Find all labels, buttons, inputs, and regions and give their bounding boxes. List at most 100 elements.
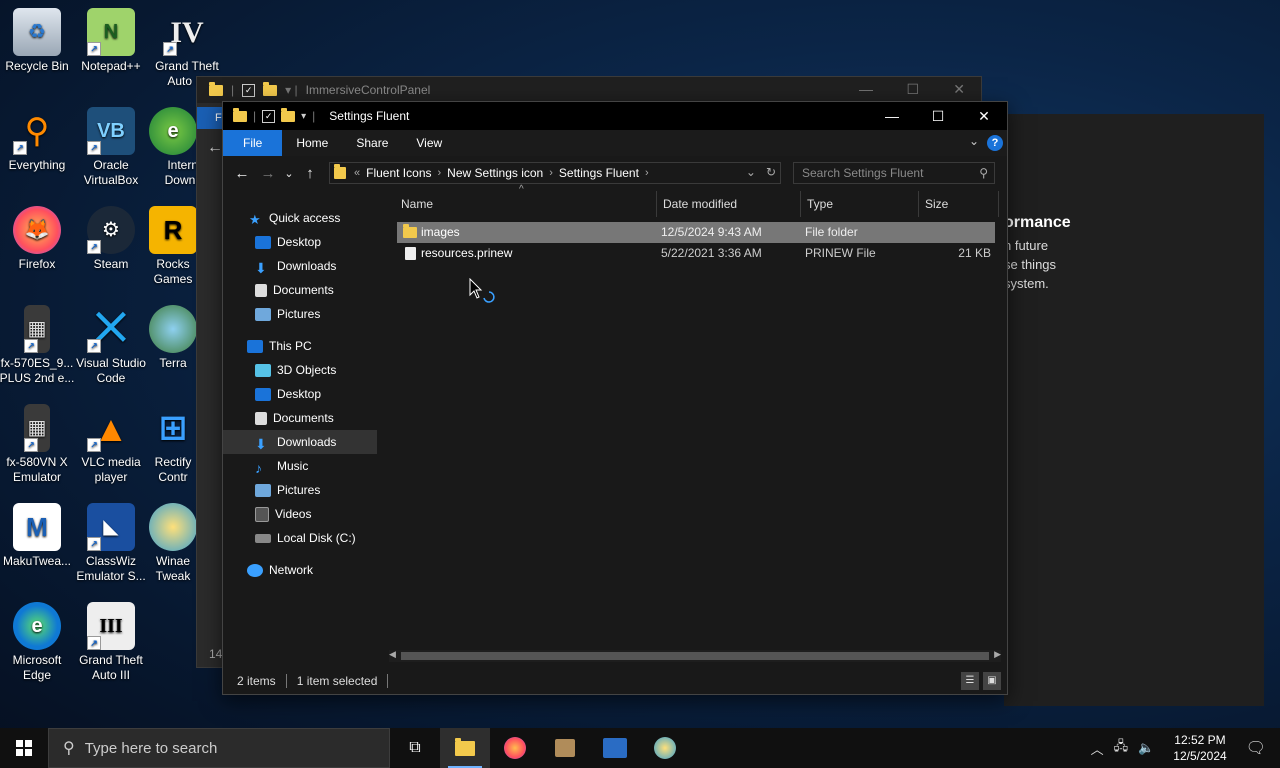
desktop-icon-rockstar[interactable]: R Rocks Games bbox=[148, 206, 198, 287]
address-bar[interactable]: « Fluent Icons › New Settings icon › Set… bbox=[329, 162, 781, 184]
desktop-icon bbox=[255, 387, 271, 401]
settings-panel: ormance n future se things system. bbox=[1004, 114, 1264, 706]
rockstar-icon: R bbox=[149, 206, 197, 254]
taskbar-calculator-emulator[interactable] bbox=[590, 728, 640, 768]
breadcrumb-separator[interactable]: › bbox=[549, 167, 553, 179]
nav-network[interactable]: Network bbox=[247, 558, 401, 582]
desktop-icon-classwiz[interactable]: ◣ ↗ ClassWiz Emulator S... bbox=[72, 503, 150, 584]
customize-toolbar-icon[interactable]: ▾ bbox=[301, 111, 306, 122]
column-header-size[interactable]: Size bbox=[919, 191, 999, 217]
calculator-icon: ▦ ↗ bbox=[24, 404, 50, 452]
column-header-date[interactable]: Date modified bbox=[657, 191, 801, 217]
maximize-button[interactable]: ☐ bbox=[915, 102, 961, 130]
desktop-icon-fx580[interactable]: ▦ ↗ fx-580VN X Emulator bbox=[0, 404, 76, 485]
properties-icon[interactable]: ✓ bbox=[262, 109, 276, 123]
scroll-left-icon[interactable]: ◀ bbox=[389, 649, 396, 660]
desktop-icon-notepadpp[interactable]: N ↗ Notepad++ bbox=[72, 8, 150, 74]
large-icons-view-icon[interactable]: ▣ bbox=[983, 672, 1001, 690]
shortcut-arrow-icon: ↗ bbox=[24, 339, 38, 353]
desktop-icon-recycle-bin[interactable]: ♻ Recycle Bin bbox=[0, 8, 76, 74]
nav-downloads[interactable]: ⬇ Downloads bbox=[223, 430, 377, 454]
firefox-icon bbox=[504, 737, 526, 759]
desktop-icon-edge[interactable]: e Microsoft Edge bbox=[0, 602, 76, 683]
taskbar-search-placeholder: Type here to search bbox=[84, 739, 218, 757]
show-hidden-icons-chevron-icon[interactable]: ︿ bbox=[1091, 739, 1104, 758]
forward-button[interactable]: → bbox=[255, 165, 281, 182]
nav-this-pc[interactable]: This PC bbox=[247, 334, 401, 358]
videos-icon bbox=[255, 506, 269, 522]
tab-home[interactable]: Home bbox=[282, 130, 342, 156]
scrollbar-thumb[interactable] bbox=[401, 652, 989, 660]
shortcut-arrow-icon: ↗ bbox=[87, 339, 101, 353]
search-icon: ⚲ bbox=[63, 740, 75, 757]
breadcrumb-fluent-icons[interactable]: Fluent Icons bbox=[366, 166, 431, 180]
pictures-icon bbox=[255, 307, 271, 321]
desktop-icon-idm[interactable]: e Intern Downl bbox=[148, 107, 198, 188]
scroll-right-icon[interactable]: ▶ bbox=[994, 649, 1001, 660]
minimize-button[interactable]: — bbox=[869, 102, 915, 130]
notifications-icon[interactable]: 🗨 bbox=[1246, 738, 1266, 758]
column-header-type[interactable]: Type bbox=[801, 191, 919, 217]
explorer-window[interactable]: | ✓ ▾ | Settings Fluent — ☐ ✕ File Home … bbox=[222, 101, 1008, 695]
taskbar-package-app[interactable] bbox=[540, 728, 590, 768]
desktop-icon-vlc[interactable]: ▲ ↗ VLC media player bbox=[72, 404, 150, 485]
desktop-icon-terraria[interactable]: Terra bbox=[148, 305, 198, 371]
taskbar-winaero[interactable] bbox=[640, 728, 690, 768]
tab-view[interactable]: View bbox=[402, 130, 456, 156]
file-row-images[interactable]: images 12/5/2024 9:43 AM File folder bbox=[397, 222, 995, 243]
maximize-button[interactable]: ☐ bbox=[906, 81, 919, 98]
volume-muted-icon[interactable]: 🔈 bbox=[1138, 740, 1154, 756]
everything-search-icon: ⚲ ↗ bbox=[13, 107, 61, 155]
tab-file[interactable]: File bbox=[223, 130, 283, 156]
desktop-icon-virtualbox[interactable]: VB ↗ Oracle VirtualBox bbox=[72, 107, 150, 188]
makutweaker-icon: M bbox=[13, 503, 61, 551]
tab-share[interactable]: Share bbox=[342, 130, 402, 156]
background-window-title: ImmersiveControlPanel bbox=[305, 83, 431, 97]
edge-icon: e bbox=[13, 602, 61, 650]
back-button[interactable]: ← bbox=[229, 165, 255, 182]
desktop-icon-makutweaker[interactable]: M MakuTwea... bbox=[0, 503, 76, 569]
address-dropdown-icon[interactable]: ⌄ bbox=[746, 165, 756, 179]
expand-ribbon-icon[interactable]: ⌄ bbox=[969, 134, 979, 148]
navigation-pane: ★ Quick access Desktop 📌 ⬇ Downloads 📌 D… bbox=[223, 190, 405, 668]
taskbar-file-explorer[interactable] bbox=[440, 728, 490, 768]
desktop-icon-vscode[interactable]: ⨉ ↗ Visual Studio Code bbox=[72, 305, 150, 386]
file-row-resources[interactable]: resources.prinew 5/22/2021 3:36 AM PRINE… bbox=[397, 243, 995, 264]
help-icon[interactable]: ? bbox=[987, 135, 1003, 151]
column-header-name[interactable]: Name bbox=[395, 191, 657, 217]
breadcrumb-settings-fluent[interactable]: Settings Fluent bbox=[559, 166, 639, 180]
clock[interactable]: 12:52 PM 12/5/2024 bbox=[1173, 732, 1226, 764]
details-view-icon[interactable]: ☰ bbox=[961, 672, 979, 690]
recent-locations-button[interactable]: ⌄ bbox=[281, 167, 297, 180]
desktop-icon-winaero[interactable]: Winae Tweak bbox=[148, 503, 198, 584]
new-folder-icon[interactable] bbox=[281, 107, 296, 122]
horizontal-scrollbar[interactable]: ◀ ▶ bbox=[389, 649, 1001, 662]
start-button[interactable] bbox=[0, 728, 48, 768]
breadcrumb-new-settings-icon[interactable]: New Settings icon bbox=[447, 166, 543, 180]
desktop-icon-gta3[interactable]: III ↗ Grand Theft Auto III bbox=[72, 602, 150, 683]
breadcrumb-separator[interactable]: › bbox=[645, 167, 649, 179]
desktop-icon-rectify[interactable]: ⊞ Rectify Contr bbox=[148, 404, 198, 485]
breadcrumb-overflow[interactable]: « bbox=[354, 167, 360, 179]
network-icon[interactable]: 🖧 bbox=[1114, 737, 1129, 759]
file-date: 5/22/2021 3:36 AM bbox=[661, 246, 762, 260]
minimize-button[interactable]: — bbox=[859, 81, 873, 97]
explorer-body: ★ Quick access Desktop 📌 ⬇ Downloads 📌 D… bbox=[223, 184, 1007, 668]
back-arrow-icon[interactable]: ← bbox=[207, 139, 223, 157]
breadcrumb-separator[interactable]: › bbox=[438, 167, 442, 179]
close-button[interactable]: ✕ bbox=[953, 81, 965, 98]
taskbar-firefox[interactable] bbox=[490, 728, 540, 768]
desktop-icon-everything[interactable]: ⚲ ↗ Everything bbox=[0, 107, 76, 173]
desktop-icon-firefox[interactable]: 🦊 Firefox bbox=[0, 206, 76, 272]
close-button[interactable]: ✕ bbox=[961, 102, 1007, 130]
taskbar-search-box[interactable]: ⚲ Type here to search bbox=[48, 728, 390, 768]
music-note-icon: ♪ bbox=[255, 459, 262, 476]
search-box[interactable]: Search Settings Fluent ⚲ bbox=[793, 162, 995, 184]
task-view-button[interactable]: ⧉ bbox=[390, 728, 440, 768]
refresh-icon[interactable]: ↻ bbox=[766, 165, 776, 179]
desktop-icon-fx570[interactable]: ▦ ↗ fx-570ES_9... PLUS 2nd e... bbox=[0, 305, 76, 386]
desktop-icon-steam[interactable]: ⚙ ↗ Steam bbox=[72, 206, 150, 272]
up-button[interactable]: ↑ bbox=[297, 165, 323, 182]
nav-quick-access[interactable]: ★ Quick access bbox=[249, 206, 403, 230]
system-tray: ︿ 🖧 🔈 12:52 PM 12/5/2024 🗨 bbox=[1086, 728, 1280, 768]
